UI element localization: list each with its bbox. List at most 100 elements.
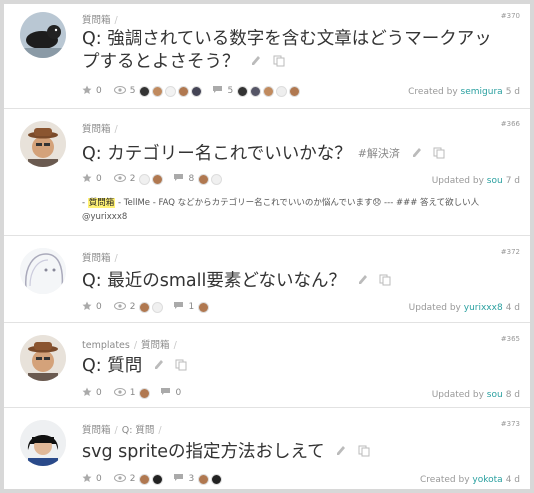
copy-icon[interactable]: [433, 143, 445, 166]
viewer-avatar[interactable]: [139, 85, 151, 97]
post-meta: 0 2 1: [82, 300, 219, 314]
star-icon[interactable]: [82, 473, 92, 486]
avatar[interactable]: [20, 335, 66, 381]
viewer-avatar[interactable]: [152, 473, 164, 485]
post-title-text[interactable]: Q: 最近のsmall要素どないなん？: [82, 271, 346, 291]
post-title-text[interactable]: Q: 質問: [82, 356, 142, 376]
commenter-avatar[interactable]: [211, 173, 223, 185]
breadcrumb-item[interactable]: 質問箱: [82, 425, 111, 436]
viewer-avatar[interactable]: [191, 85, 203, 97]
commenter-avatar[interactable]: [198, 301, 210, 313]
post-title[interactable]: svg spriteの指定方法おしえて: [82, 441, 502, 464]
status-label: Created by: [420, 475, 470, 485]
resolved-tag[interactable]: #解決済: [358, 147, 400, 160]
post-title-text[interactable]: Q: カテゴリー名これでいいかな？: [82, 144, 352, 164]
viewer-avatar[interactable]: [152, 173, 164, 185]
comment-icon: [160, 387, 171, 399]
star-icon[interactable]: [82, 173, 92, 186]
viewer-avatar[interactable]: [139, 473, 151, 485]
copy-icon[interactable]: [273, 51, 285, 74]
copy-icon[interactable]: [379, 270, 391, 293]
post-excerpt: - 質問箱 - TellMe - FAQ などからカテゴリー名これでいいのか悩ん…: [82, 196, 512, 224]
post-title-text[interactable]: svg spriteの指定方法おしえて: [82, 442, 325, 462]
commenter-avatar[interactable]: [211, 473, 223, 485]
breadcrumb-item[interactable]: Q: 質問: [122, 425, 155, 436]
user-link[interactable]: sou: [487, 176, 503, 186]
comment-icon: [212, 85, 223, 97]
avatar[interactable]: [20, 248, 66, 294]
post-item[interactable]: 質問箱 / #372 Q: 最近のsmall要素どないなん？ 0 2 1 Upda…: [4, 236, 530, 323]
viewer-avatar[interactable]: [139, 387, 151, 399]
pencil-icon[interactable]: [251, 51, 261, 74]
star-count: 0: [96, 174, 102, 184]
view-count: 2: [129, 474, 136, 484]
star-icon[interactable]: [82, 85, 92, 98]
viewer-avatar[interactable]: [139, 173, 151, 185]
status-label: Updated by: [431, 176, 484, 186]
post-meta: 0 2 3: [82, 472, 232, 486]
post-title[interactable]: Q: カテゴリー名これでいいかな？ #解決済: [82, 142, 502, 166]
post-item[interactable]: 質問箱 / Q: 質問 / #373 svg spriteの指定方法おしえて 0 2 …: [4, 408, 530, 489]
comment-count: 3: [188, 474, 195, 484]
breadcrumb: templates / 質問箱 /: [82, 340, 177, 351]
pencil-icon[interactable]: [412, 143, 422, 166]
post-title-text[interactable]: Q: 強調されている数字を含む文章はどうマークアップするとよさそう？: [82, 29, 492, 72]
user-link[interactable]: yokota: [472, 475, 502, 485]
post-item[interactable]: templates / 質問箱 / #365 Q: 質問 0 1 0 Updated …: [4, 323, 530, 408]
commenter-avatar[interactable]: [237, 85, 249, 97]
breadcrumb-item[interactable]: templates: [82, 340, 130, 351]
commenter-avatar[interactable]: [250, 85, 262, 97]
pencil-icon[interactable]: [154, 355, 164, 378]
post-title[interactable]: Q: 質問: [82, 355, 502, 378]
breadcrumb-item[interactable]: 質問箱: [82, 124, 111, 135]
copy-icon[interactable]: [175, 355, 187, 378]
post-id: #366: [500, 120, 520, 128]
user-link[interactable]: sou: [487, 390, 503, 400]
post-title[interactable]: Q: 最近のsmall要素どないなん？: [82, 270, 502, 293]
breadcrumb-item[interactable]: 質問箱: [141, 340, 170, 351]
breadcrumb: 質問箱 /: [82, 124, 118, 135]
post-item[interactable]: 質問箱 / #370 Q: 強調されている数字を含む文章はどうマークアップするとよ…: [4, 4, 530, 109]
post-meta: 0 2 8: [82, 172, 232, 186]
star-count: 0: [96, 474, 102, 484]
breadcrumb-item[interactable]: 質問箱: [82, 15, 111, 26]
avatar[interactable]: [20, 121, 66, 167]
user-link[interactable]: semigura: [461, 87, 503, 97]
commenter-avatar[interactable]: [289, 85, 301, 97]
post-status: Updated by yurixxx8 4 d: [409, 303, 520, 313]
avatar[interactable]: [20, 420, 66, 466]
post-status: Created by yokota 4 d: [420, 475, 520, 485]
relative-time: 4 d: [505, 303, 520, 313]
post-list: 質問箱 / #370 Q: 強調されている数字を含む文章はどうマークアップするとよ…: [4, 4, 530, 489]
commenter-avatar[interactable]: [263, 85, 275, 97]
copy-icon[interactable]: [358, 441, 370, 464]
status-label: Created by: [408, 87, 458, 97]
avatar[interactable]: [20, 12, 66, 58]
pencil-icon[interactable]: [336, 441, 346, 464]
star-count: 0: [96, 302, 102, 312]
viewer-avatar[interactable]: [152, 85, 164, 97]
viewer-avatar[interactable]: [139, 301, 151, 313]
post-title[interactable]: Q: 強調されている数字を含む文章はどうマークアップするとよさそう？: [82, 28, 502, 74]
commenter-avatar[interactable]: [198, 173, 210, 185]
eye-icon: [113, 173, 126, 185]
breadcrumb-item[interactable]: 質問箱: [82, 253, 111, 264]
post-status: Updated by sou 8 d: [432, 390, 520, 400]
star-icon[interactable]: [82, 387, 92, 400]
viewer-avatar[interactable]: [178, 85, 190, 97]
viewer-avatar[interactable]: [152, 301, 164, 313]
star-count: 0: [96, 388, 102, 398]
pencil-icon[interactable]: [358, 270, 368, 293]
commenter-avatar[interactable]: [198, 473, 210, 485]
view-count: 2: [129, 174, 136, 184]
relative-time: 4 d: [505, 475, 520, 485]
commenter-avatar[interactable]: [276, 85, 288, 97]
star-icon[interactable]: [82, 301, 92, 314]
highlighted-keyword: 質問箱: [87, 198, 116, 208]
post-item[interactable]: 質問箱 / #366 Q: カテゴリー名これでいいかな？ #解決済 0 2 8 Up…: [4, 109, 530, 236]
viewer-avatar[interactable]: [165, 85, 177, 97]
breadcrumb: 質問箱 / Q: 質問 /: [82, 425, 162, 436]
user-link[interactable]: yurixxx8: [464, 303, 503, 313]
post-meta: 0 5 5: [82, 84, 310, 98]
star-count: 0: [96, 86, 102, 96]
